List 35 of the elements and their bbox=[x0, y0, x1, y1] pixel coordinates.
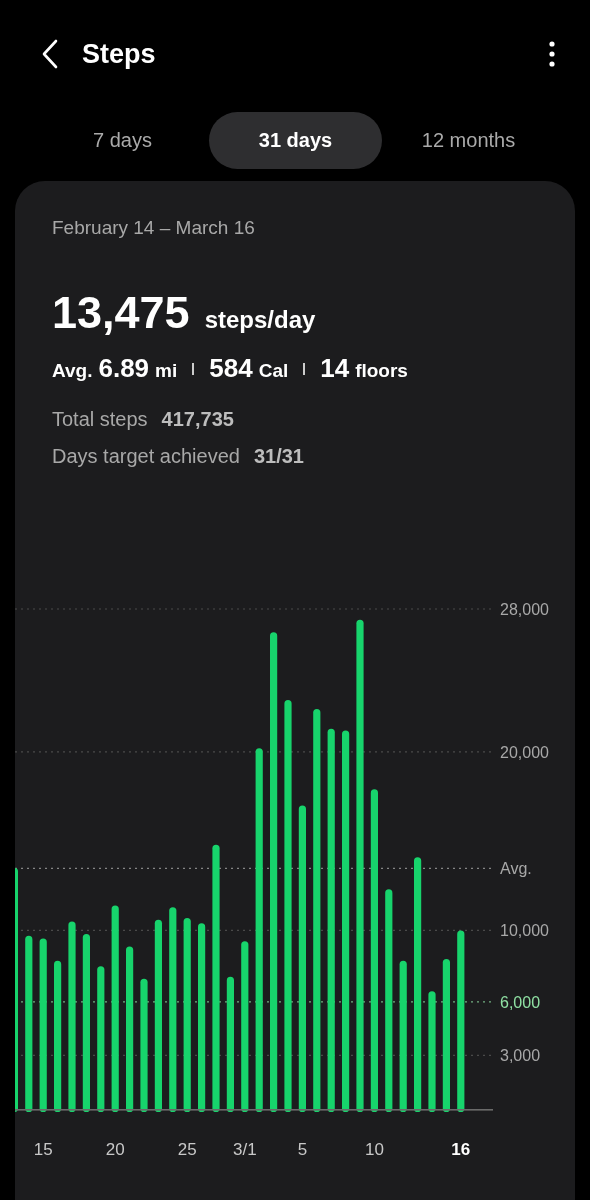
more-options-icon[interactable] bbox=[548, 40, 556, 68]
reference-label: Avg. bbox=[500, 860, 532, 878]
axis-label: 15 bbox=[33, 1140, 53, 1159]
reference-label: 6,000 bbox=[500, 993, 541, 1011]
stat-unit: Cal bbox=[258, 360, 289, 382]
axis-label: 16 bbox=[451, 1140, 471, 1159]
axis-label: 10 bbox=[364, 1140, 384, 1159]
period-tab[interactable]: 12 months bbox=[382, 112, 555, 169]
axis-label: 10,000 bbox=[500, 922, 549, 940]
stat-value: 584 bbox=[209, 353, 253, 384]
stat-unit: mi bbox=[155, 360, 178, 382]
total-label: Total steps bbox=[52, 408, 148, 431]
period-tab[interactable]: 31 days bbox=[209, 112, 382, 169]
total-label: Days target achieved bbox=[52, 445, 240, 468]
axis-label: 28,000 bbox=[500, 601, 549, 618]
stat-label: Avg. bbox=[52, 360, 93, 382]
axis-label: 3,000 bbox=[500, 1047, 541, 1065]
date-range: February 14 – March 16 bbox=[52, 217, 255, 239]
total-value: 417,735 bbox=[161, 408, 234, 431]
total-value: 31/31 bbox=[253, 445, 304, 468]
stat-unit: floors bbox=[355, 360, 408, 382]
stat-divider bbox=[192, 362, 195, 375]
stat-divider bbox=[303, 362, 306, 375]
stat-value: 14 bbox=[320, 353, 350, 384]
axis-label: 20 bbox=[105, 1140, 125, 1159]
axis-label: 3/1 bbox=[233, 1140, 257, 1159]
page-title: Steps bbox=[82, 38, 157, 70]
axis-label: 20,000 bbox=[500, 743, 549, 761]
axis-label: 5 bbox=[297, 1140, 308, 1159]
back-icon[interactable] bbox=[40, 39, 60, 69]
steps-unit: steps/day bbox=[204, 306, 316, 334]
axis-label: 25 bbox=[177, 1140, 197, 1159]
steps-value: 13,475 bbox=[52, 287, 190, 339]
stat-value: 6.89 bbox=[98, 353, 150, 384]
period-tab[interactable]: 7 days bbox=[36, 112, 209, 169]
